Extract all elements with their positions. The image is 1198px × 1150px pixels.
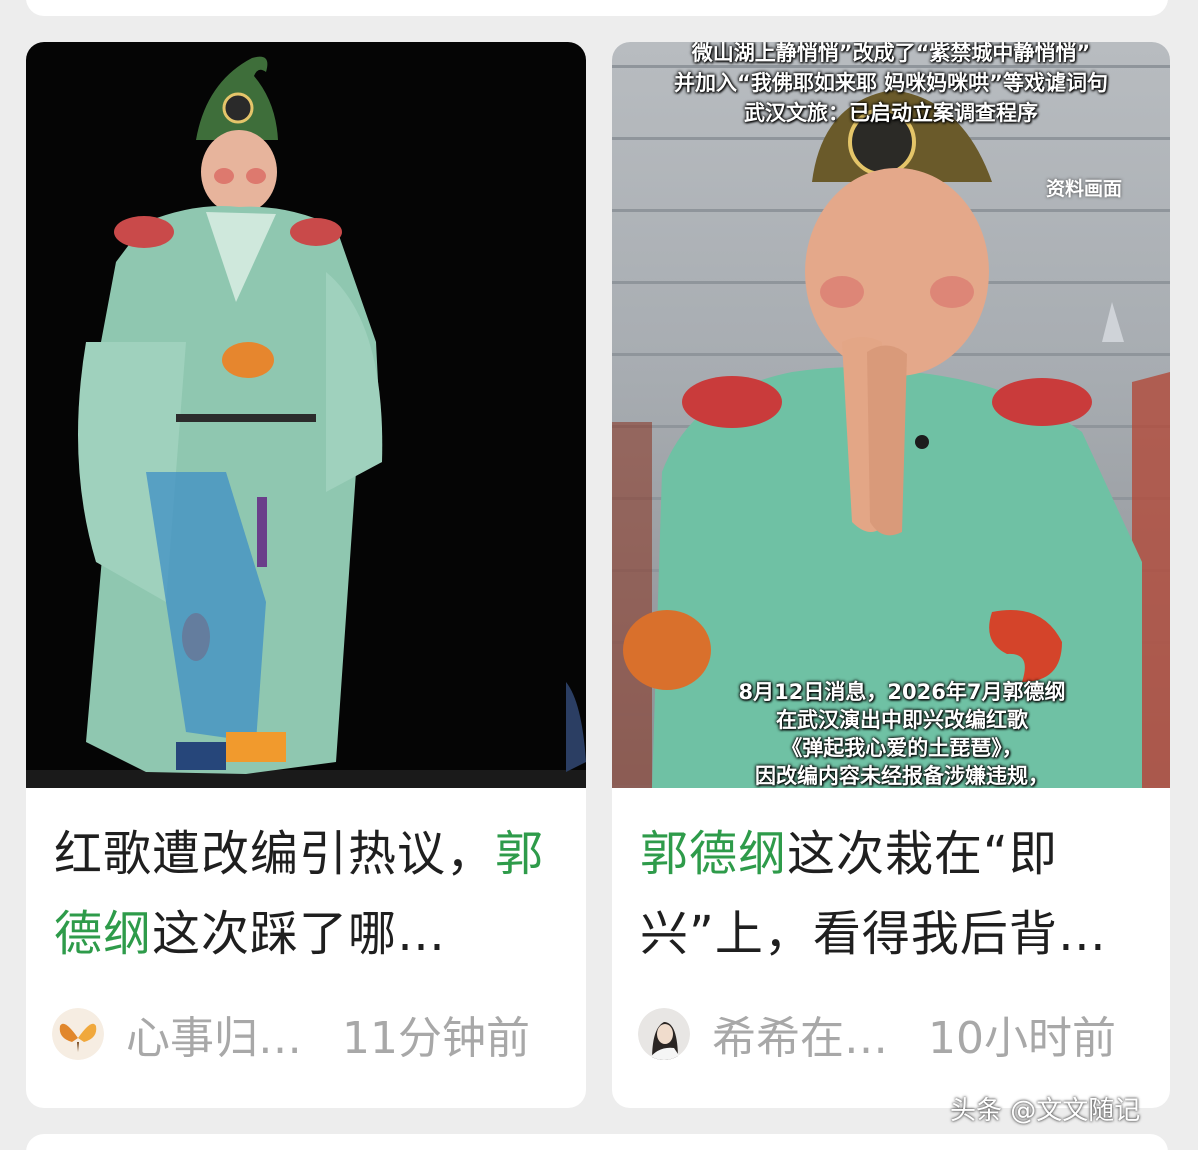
article-card-1[interactable]: 红歌遭改编引热议，郭德纲这次踩了哪… 心事归… 11分钟前 xyxy=(26,42,586,1108)
previous-card-edge[interactable] xyxy=(26,0,1168,16)
portrait-avatar-icon xyxy=(638,1008,690,1060)
caption-top-line: 武汉文旅：已启动立案调查程序 xyxy=(744,101,1038,125)
caption-bottom-line: 因改编内容未经报备涉嫌违规， xyxy=(755,764,1049,788)
performer-close-up-image xyxy=(612,90,1170,788)
card-1-title[interactable]: 红歌遭改编引热议，郭德纲这次踩了哪… xyxy=(54,814,564,974)
video-caption-top: 微山湖上静悄悄”改成了“紫禁城中静悄悄” 并加入“我佛耶如来耶 妈咪妈咪哄”等戏… xyxy=(612,42,1170,128)
butterfly-avatar-icon xyxy=(52,1008,104,1060)
card-2-author[interactable]: 希希在… xyxy=(712,1002,908,1066)
feed-page: 红歌遭改编引热议，郭德纲这次踩了哪… 心事归… 11分钟前 微山湖上静悄悄”改成… xyxy=(0,0,1198,1150)
card-2-time: 10小时前 xyxy=(928,1013,1116,1064)
card-2-thumbnail[interactable]: 微山湖上静悄悄”改成了“紫禁城中静悄悄” 并加入“我佛耶如来耶 妈咪妈咪哄”等戏… xyxy=(612,42,1170,788)
card-2-title-highlight: 郭德纲 xyxy=(640,826,788,882)
card-1-thumbnail[interactable] xyxy=(26,42,586,788)
caption-bottom-line: 《弹起我心爱的土琵琶》， xyxy=(781,736,1023,760)
card-1-meta: 心事归… 11分钟前 xyxy=(52,1004,562,1064)
card-1-title-part2: 这次踩了哪… xyxy=(152,906,447,962)
card-1-title-part1: 红歌遭改编引热议， xyxy=(54,826,496,882)
caption-top-line: 并加入“我佛耶如来耶 妈咪妈咪哄”等戏谑词句 xyxy=(674,71,1108,95)
card-1-time: 11分钟前 xyxy=(342,1013,530,1064)
author-avatar[interactable] xyxy=(52,1008,104,1060)
caption-top-line: 微山湖上静悄悄”改成了“紫禁城中静悄悄” xyxy=(691,42,1091,65)
next-card-edge[interactable] xyxy=(26,1134,1168,1150)
caption-bottom-line: 在武汉演出中即兴改编红歌 xyxy=(776,708,1028,732)
card-2-meta: 希希在… 10小时前 xyxy=(638,1004,1148,1064)
archive-footage-tag: 资料画面 xyxy=(1045,178,1122,200)
stage-performer-image xyxy=(26,56,586,788)
video-caption-bottom: 8月12日消息，2026年7月郭德纲 在武汉演出中即兴改编红歌 《弹起我心爱的土… xyxy=(672,678,1132,788)
source-watermark: 头条 @文文随记 xyxy=(950,1096,1141,1126)
article-card-2[interactable]: 微山湖上静悄悄”改成了“紫禁城中静悄悄” 并加入“我佛耶如来耶 妈咪妈咪哄”等戏… xyxy=(612,42,1170,1108)
card-1-author[interactable]: 心事归… xyxy=(126,1002,322,1066)
caption-bottom-line: 8月12日消息，2026年7月郭德纲 xyxy=(738,680,1066,704)
author-avatar[interactable] xyxy=(638,1008,690,1060)
card-2-title[interactable]: 郭德纲这次栽在“即兴”上，看得我后背… xyxy=(640,814,1145,974)
